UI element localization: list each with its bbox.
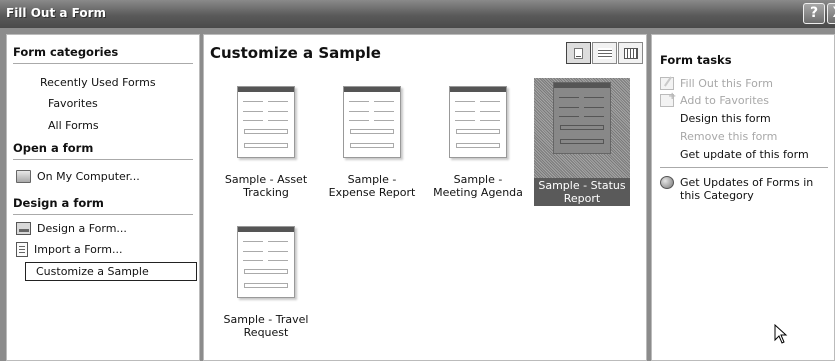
remove-this-form-task[interactable]: Remove this form bbox=[680, 130, 835, 143]
sample-label: Sample - Asset Tracking bbox=[224, 173, 308, 199]
sample-tile-selected[interactable]: Sample - Status Report bbox=[534, 78, 630, 206]
form-thumbnail bbox=[553, 82, 611, 154]
category-favorites[interactable]: Favorites bbox=[48, 97, 98, 110]
design-form-icon bbox=[16, 222, 31, 235]
form-thumbnail bbox=[237, 86, 295, 158]
folder-icon bbox=[16, 170, 31, 183]
small-icons-view-button[interactable] bbox=[618, 42, 643, 64]
sample-label: Sample - Meeting Agenda bbox=[433, 173, 523, 199]
globe-icon bbox=[660, 176, 674, 189]
design-this-form-task[interactable]: Design this form bbox=[680, 112, 835, 125]
customize-a-sample-link[interactable]: Customize a Sample bbox=[25, 262, 197, 281]
form-thumbnail bbox=[343, 86, 401, 158]
add-to-favorites-task[interactable]: Add to Favorites bbox=[660, 91, 830, 107]
design-a-form-label: Design a Form... bbox=[37, 222, 127, 235]
close-button[interactable]: X bbox=[827, 3, 835, 24]
sample-label: Sample - Status Report bbox=[534, 178, 630, 206]
task-divider bbox=[660, 167, 828, 168]
form-thumbnail bbox=[237, 226, 295, 298]
title-bar: Fill Out a Form ? X bbox=[0, 0, 835, 28]
design-a-form-heading: Design a form bbox=[13, 196, 193, 215]
sample-label: Sample - Expense Report bbox=[328, 173, 416, 199]
view-buttons bbox=[566, 42, 643, 64]
mouse-pointer-icon bbox=[774, 324, 788, 344]
small-icons-icon bbox=[624, 48, 638, 59]
sample-tile[interactable]: Sample - Expense Report bbox=[324, 86, 420, 200]
category-recently-used[interactable]: Recently Used Forms bbox=[40, 76, 156, 89]
sample-tile[interactable]: Sample - Travel Request bbox=[218, 226, 314, 340]
get-update-of-this-form-task[interactable]: Get update of this form bbox=[680, 148, 835, 161]
details-list-icon bbox=[598, 48, 612, 59]
help-button[interactable]: ? bbox=[803, 3, 825, 24]
on-my-computer-link[interactable]: On My Computer... bbox=[16, 170, 140, 183]
category-all-forms[interactable]: All Forms bbox=[48, 119, 99, 132]
import-form-icon bbox=[16, 242, 28, 257]
details-view-button[interactable] bbox=[592, 42, 617, 64]
fill-out-this-form-task[interactable]: Fill Out this Form bbox=[660, 77, 830, 90]
sample-tile[interactable]: Sample - Meeting Agenda bbox=[430, 86, 526, 200]
window-title: Fill Out a Form bbox=[6, 6, 107, 20]
on-my-computer-label: On My Computer... bbox=[37, 170, 140, 183]
sample-label: Sample - Travel Request bbox=[223, 313, 309, 339]
sample-tile[interactable]: Sample - Asset Tracking bbox=[218, 86, 314, 200]
form-categories-heading: Form categories bbox=[13, 45, 193, 64]
selection-highlight bbox=[534, 78, 630, 178]
fill-out-icon bbox=[660, 77, 674, 90]
task-label: Add to Favorites bbox=[680, 94, 770, 107]
large-icons-icon bbox=[574, 48, 583, 59]
task-label: Fill Out this Form bbox=[680, 77, 773, 90]
left-pane: Form categories Recently Used Forms Favo… bbox=[6, 34, 200, 361]
design-a-form-link[interactable]: Design a Form... bbox=[16, 222, 127, 235]
import-a-form-label: Import a Form... bbox=[34, 243, 123, 256]
right-pane: Form tasks Fill Out this Form Add to Fav… bbox=[651, 34, 835, 361]
open-a-form-heading: Open a form bbox=[13, 141, 193, 160]
form-tasks-heading: Form tasks bbox=[660, 53, 732, 67]
center-pane: Customize a Sample Sample - Asset Tracki… bbox=[203, 34, 647, 361]
add-favorites-icon bbox=[660, 91, 676, 107]
page-title: Customize a Sample bbox=[210, 44, 381, 62]
get-updates-category-task[interactable]: Get Updates of Forms in this Category bbox=[660, 176, 830, 202]
task-label: Get Updates of Forms in this Category bbox=[680, 176, 814, 202]
large-icons-view-button[interactable] bbox=[566, 42, 591, 64]
import-a-form-link[interactable]: Import a Form... bbox=[16, 242, 122, 257]
form-thumbnail bbox=[449, 86, 507, 158]
